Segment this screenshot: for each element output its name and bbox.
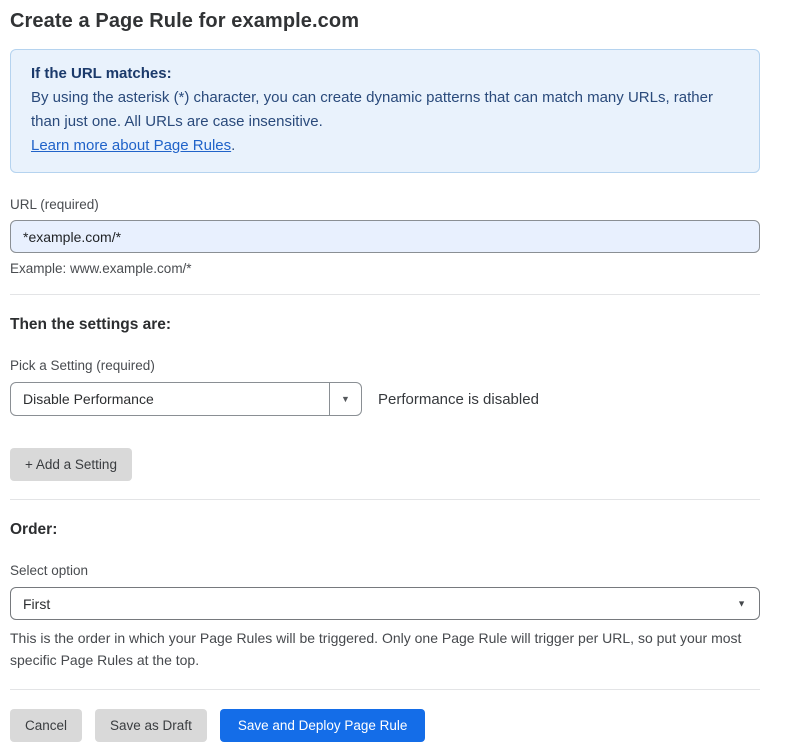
page-title: Create a Page Rule for example.com <box>10 10 760 33</box>
order-select-value: First <box>23 596 50 612</box>
url-example-text: Example: www.example.com/* <box>10 261 760 276</box>
divider <box>10 499 760 500</box>
setting-status-text: Performance is disabled <box>378 391 539 408</box>
order-select[interactable]: First ▼ <box>10 587 760 620</box>
setting-dropdown-arrow-button[interactable]: ▼ <box>329 383 361 415</box>
setting-row: Disable Performance ▼ Performance is dis… <box>10 382 760 416</box>
info-box-body-text: By using the asterisk (*) character, you… <box>31 89 713 130</box>
divider <box>10 294 760 295</box>
info-box-heading: If the URL matches: <box>31 62 739 86</box>
setting-dropdown[interactable]: Disable Performance ▼ <box>10 382 362 416</box>
order-section-heading: Order: <box>10 521 760 539</box>
setting-dropdown-value: Disable Performance <box>11 383 329 415</box>
add-setting-button[interactable]: + Add a Setting <box>10 448 132 481</box>
info-box-body: By using the asterisk (*) character, you… <box>31 86 739 158</box>
chevron-down-icon: ▼ <box>341 395 350 404</box>
url-field-label: URL (required) <box>10 197 760 212</box>
create-page-rule-form: Create a Page Rule for example.com If th… <box>0 0 790 756</box>
chevron-down-icon: ▼ <box>737 599 746 608</box>
learn-more-link-suffix: . <box>231 137 235 154</box>
pick-setting-label: Pick a Setting (required) <box>10 358 760 373</box>
url-input[interactable] <box>10 220 760 253</box>
divider <box>10 689 760 690</box>
order-select-label: Select option <box>10 563 760 578</box>
settings-section-heading: Then the settings are: <box>10 316 760 334</box>
order-help-text: This is the order in which your Page Rul… <box>10 627 760 671</box>
learn-more-link[interactable]: Learn more about Page Rules <box>31 137 231 154</box>
url-matches-info-box: If the URL matches: By using the asteris… <box>10 49 760 173</box>
